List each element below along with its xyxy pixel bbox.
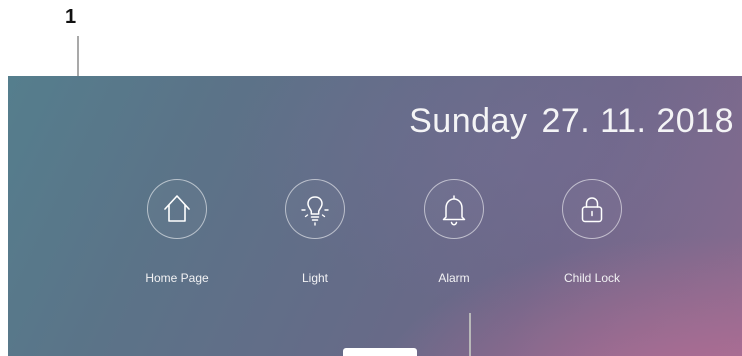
home-button[interactable] <box>147 179 207 239</box>
tile-label-light: Light <box>301 271 329 285</box>
bottom-pull-tab[interactable] <box>343 348 417 356</box>
tile-label-home: Home Page <box>145 271 209 285</box>
callout-number-1: 1 <box>65 6 77 28</box>
home-screen: Sunday 27. 11. 2018 Home Page Light Alar… <box>8 76 742 356</box>
alarm-button[interactable] <box>424 179 484 239</box>
tile-label-child-lock: Child Lock <box>563 271 621 285</box>
lightbulb-icon <box>301 196 329 226</box>
day-label: Sunday <box>409 102 528 140</box>
tile-label-alarm: Alarm <box>438 271 470 285</box>
home-icon <box>164 195 190 222</box>
date-label: 27. 11. 2018 <box>541 102 734 140</box>
lock-icon <box>581 197 603 223</box>
child-lock-button[interactable] <box>562 179 622 239</box>
light-button[interactable] <box>285 179 345 239</box>
callout-line-alarm <box>469 313 471 356</box>
page: 1 Sunday 27. 11. 2018 Home Page Light Al… <box>0 0 742 356</box>
bell-icon <box>442 195 466 226</box>
date-display: Sunday 27. 11. 2018 <box>409 102 734 141</box>
